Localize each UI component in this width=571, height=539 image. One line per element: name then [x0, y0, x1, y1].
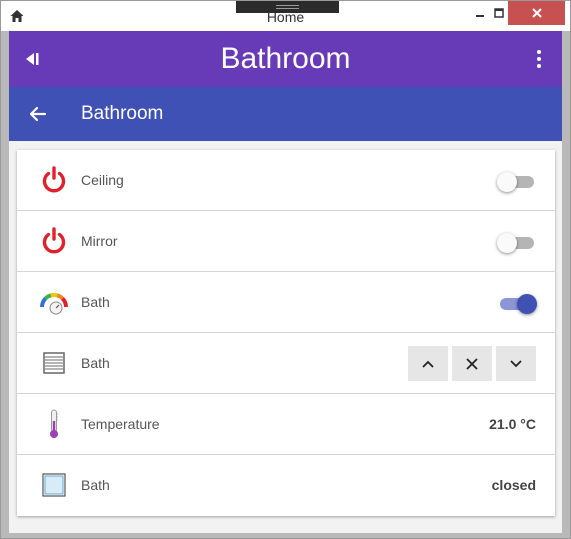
- more-vert-icon[interactable]: [533, 49, 545, 69]
- list-item-mirror: Mirror: [17, 211, 555, 272]
- item-label: Bath: [81, 294, 110, 310]
- app-bar: Bathroom: [9, 31, 562, 87]
- close-icon: [531, 8, 542, 18]
- rollershutter-controls: [408, 346, 536, 381]
- window-title-bar: Home: [1, 1, 570, 31]
- window-contact-icon: [42, 473, 66, 497]
- page-title: Bathroom: [81, 103, 164, 124]
- list-item-temperature: Temperature 21.0 °C: [17, 394, 555, 455]
- item-label: Mirror: [81, 233, 118, 249]
- temperature-value: 21.0 °C: [489, 416, 536, 432]
- app-title: Bathroom: [220, 42, 351, 75]
- item-label: Temperature: [81, 416, 160, 432]
- power-icon: [42, 227, 66, 254]
- shutter-up-button[interactable]: [408, 346, 448, 381]
- dimmer-gauge-icon: [39, 292, 69, 315]
- shutter-down-button[interactable]: [496, 346, 536, 381]
- power-icon: [42, 166, 66, 193]
- toggle-switch[interactable]: [497, 233, 536, 253]
- list-item-bath-rollershutter: Bath: [17, 333, 555, 394]
- close-icon: [466, 357, 478, 370]
- maximize-button[interactable]: [490, 1, 508, 25]
- rollershutter-icon: [43, 352, 65, 374]
- toggle-switch[interactable]: [497, 172, 536, 192]
- close-button[interactable]: [508, 1, 565, 25]
- list-item-bath-window: Bath closed: [17, 455, 555, 516]
- list-item-bath-dimmer: Bath: [17, 272, 555, 333]
- shutter-stop-button[interactable]: [452, 346, 492, 381]
- item-label: Bath: [81, 355, 110, 371]
- content-area: Ceiling Mirror Bath Bath Temperature 21.…: [9, 141, 562, 533]
- item-label: Ceiling: [81, 172, 124, 188]
- chevron-up-icon: [422, 360, 434, 368]
- chevron-down-icon: [510, 359, 522, 367]
- item-label: Bath: [81, 477, 110, 493]
- maximize-icon: [494, 8, 504, 18]
- minimize-icon: [476, 15, 484, 17]
- window-state-value: closed: [491, 477, 536, 493]
- arrow-back-icon[interactable]: [28, 104, 48, 124]
- list-item-ceiling: Ceiling: [17, 150, 555, 211]
- thermometer-icon: [50, 409, 58, 438]
- page-header: Bathroom: [9, 87, 562, 141]
- item-list: Ceiling Mirror Bath Bath Temperature 21.…: [17, 150, 555, 516]
- minimize-button[interactable]: [471, 1, 489, 25]
- app-window: Home Bathroom Bathroom Ceiling Mirror Ba…: [0, 0, 571, 539]
- toggle-switch[interactable]: [498, 294, 537, 314]
